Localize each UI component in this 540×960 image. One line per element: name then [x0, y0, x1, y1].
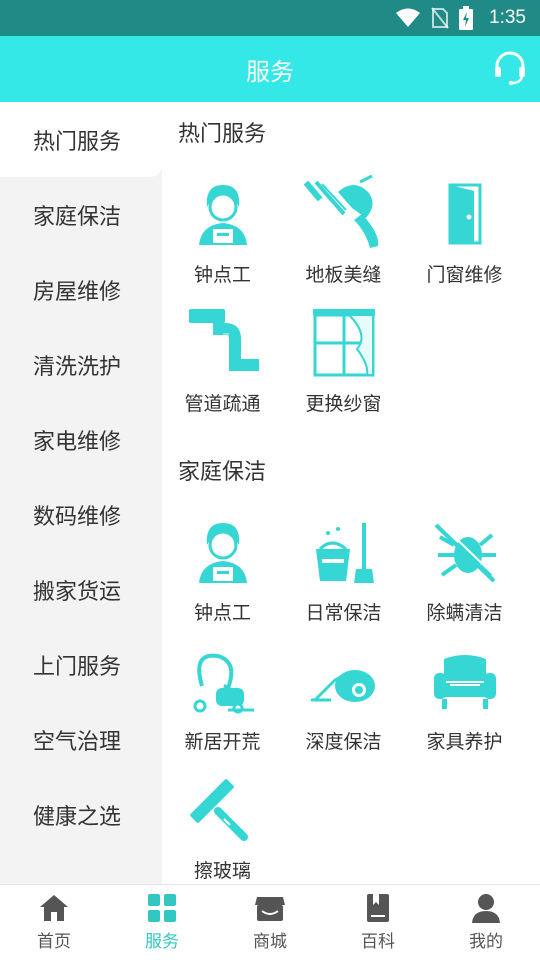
sofa-icon: [433, 655, 496, 709]
sidebar-item-label: 空气治理: [33, 729, 122, 755]
sidebar-item-label: 热门服务: [33, 129, 122, 155]
bucket-mop-icon: [315, 523, 374, 583]
no-mite-icon: [434, 522, 497, 583]
service-label: 新居开荒: [184, 731, 261, 753]
tab-label: 首页: [37, 932, 71, 952]
sidebar-item-label: 家电维修: [33, 429, 122, 455]
sidebar-item-label: 家庭保洁: [33, 204, 122, 230]
service-item[interactable]: 管道疏通: [162, 297, 283, 426]
service-item[interactable]: 家具养护: [404, 635, 525, 764]
service-item[interactable]: 更换纱窗: [283, 297, 404, 426]
grid-icon: [148, 894, 176, 922]
sidebar-item-air-treatment[interactable]: 空气治理: [0, 702, 162, 777]
sidebar-item-washing[interactable]: 清洗洗护: [0, 327, 162, 402]
app-bar: 服务: [0, 36, 540, 102]
headset-icon[interactable]: [492, 50, 528, 86]
vacuum-icon: [193, 653, 254, 714]
canister-vacuum-icon: [310, 670, 375, 702]
sidebar-item-digital-repair[interactable]: 数码维修: [0, 477, 162, 552]
sidebar-item-label: 搬家货运: [33, 579, 122, 605]
service-item[interactable]: 日常保洁: [283, 506, 404, 635]
tab-service[interactable]: 服务: [108, 885, 216, 960]
status-time: 1:35: [489, 7, 526, 28]
window-curtain-icon: [312, 309, 375, 377]
service-label: 钟点工: [193, 264, 251, 286]
service-label: 门窗维修: [426, 264, 503, 286]
service-item[interactable]: 深度保洁: [283, 635, 404, 764]
tab-mine[interactable]: 我的: [432, 885, 540, 960]
book-icon: [367, 894, 389, 922]
home-icon: [40, 895, 68, 921]
sidebar-item-house-repair[interactable]: 房屋维修: [0, 252, 162, 327]
service-label: 除螨清洁: [426, 602, 503, 624]
status-bar: 1:35: [0, 0, 540, 36]
pipe-icon: [188, 309, 259, 371]
sidebar-item-label: 房屋维修: [33, 279, 122, 305]
tab-label: 我的: [469, 932, 503, 952]
battery-icon: [459, 6, 474, 30]
sidebar-item-label: 上门服务: [33, 654, 122, 680]
section-title-hot: 热门服务: [178, 122, 267, 147]
sidebar-item-home-cleaning[interactable]: 家庭保洁: [0, 177, 162, 252]
tab-store[interactable]: 商城: [216, 885, 324, 960]
squeegee-icon: [189, 779, 248, 841]
service-item[interactable]: 钟点工: [162, 506, 283, 635]
service-label: 地板美缝: [305, 264, 382, 286]
service-item[interactable]: 钟点工: [162, 168, 283, 297]
sidebar-item-health[interactable]: 健康之选: [0, 777, 162, 852]
service-label: 更换纱窗: [305, 393, 382, 415]
service-label: 擦玻璃: [193, 860, 251, 882]
sidebar-item-hot[interactable]: 热门服务: [0, 102, 162, 177]
page-title: 服务: [246, 57, 294, 86]
service-item[interactable]: 擦玻璃: [162, 764, 283, 893]
tab-label: 商城: [253, 932, 287, 952]
home-cleaning-grid: 钟点工 日常保洁 除螨清洁 新居开荒 深度保洁 家具养护 擦玻璃: [162, 506, 540, 893]
grout-gun-icon: [303, 174, 378, 248]
category-sidebar: 热门服务 家庭保洁 房屋维修 清洗洗护 家电维修 数码维修 搬家货运 上门服务 …: [0, 102, 162, 884]
service-item[interactable]: 地板美缝: [283, 168, 404, 297]
sidebar-item-label: 清洗洗护: [33, 354, 122, 380]
user-icon: [472, 894, 500, 923]
sidebar-item-label: 健康之选: [33, 804, 122, 830]
service-label: 深度保洁: [305, 731, 382, 753]
sidebar-item-appliance-repair[interactable]: 家电维修: [0, 402, 162, 477]
service-label: 钟点工: [193, 602, 251, 624]
housekeeper-icon: [198, 523, 247, 583]
service-label: 管道疏通: [184, 393, 261, 415]
section-title-home-cleaning: 家庭保洁: [178, 460, 267, 485]
sidebar-item-home-service[interactable]: 上门服务: [0, 627, 162, 702]
no-sim-icon: [431, 7, 449, 29]
bottom-tab-bar: 首页 服务 商城 百科 我的: [0, 884, 540, 960]
tab-home[interactable]: 首页: [0, 885, 108, 960]
tab-encyclopedia[interactable]: 百科: [324, 885, 432, 960]
service-item[interactable]: 除螨清洁: [404, 506, 525, 635]
sidebar-item-moving[interactable]: 搬家货运: [0, 552, 162, 627]
tab-label: 服务: [145, 932, 179, 952]
housekeeper-icon: [198, 185, 247, 245]
hot-services-grid: 钟点工 地板美缝 门窗维修 管道疏通 更换纱窗: [162, 168, 540, 426]
door-icon: [448, 183, 481, 245]
store-icon: [255, 897, 285, 921]
tab-label: 百科: [361, 932, 395, 952]
wifi-icon: [396, 8, 421, 27]
service-item[interactable]: 门窗维修: [404, 168, 525, 297]
sidebar-item-label: 数码维修: [33, 504, 122, 530]
service-item[interactable]: 新居开荒: [162, 635, 283, 764]
service-label: 家具养护: [426, 731, 503, 753]
service-label: 日常保洁: [305, 602, 382, 624]
service-content: 热门服务 钟点工 地板美缝 门窗维修 管道疏通 更换纱窗 家庭保洁 钟点工 日常…: [162, 102, 540, 884]
